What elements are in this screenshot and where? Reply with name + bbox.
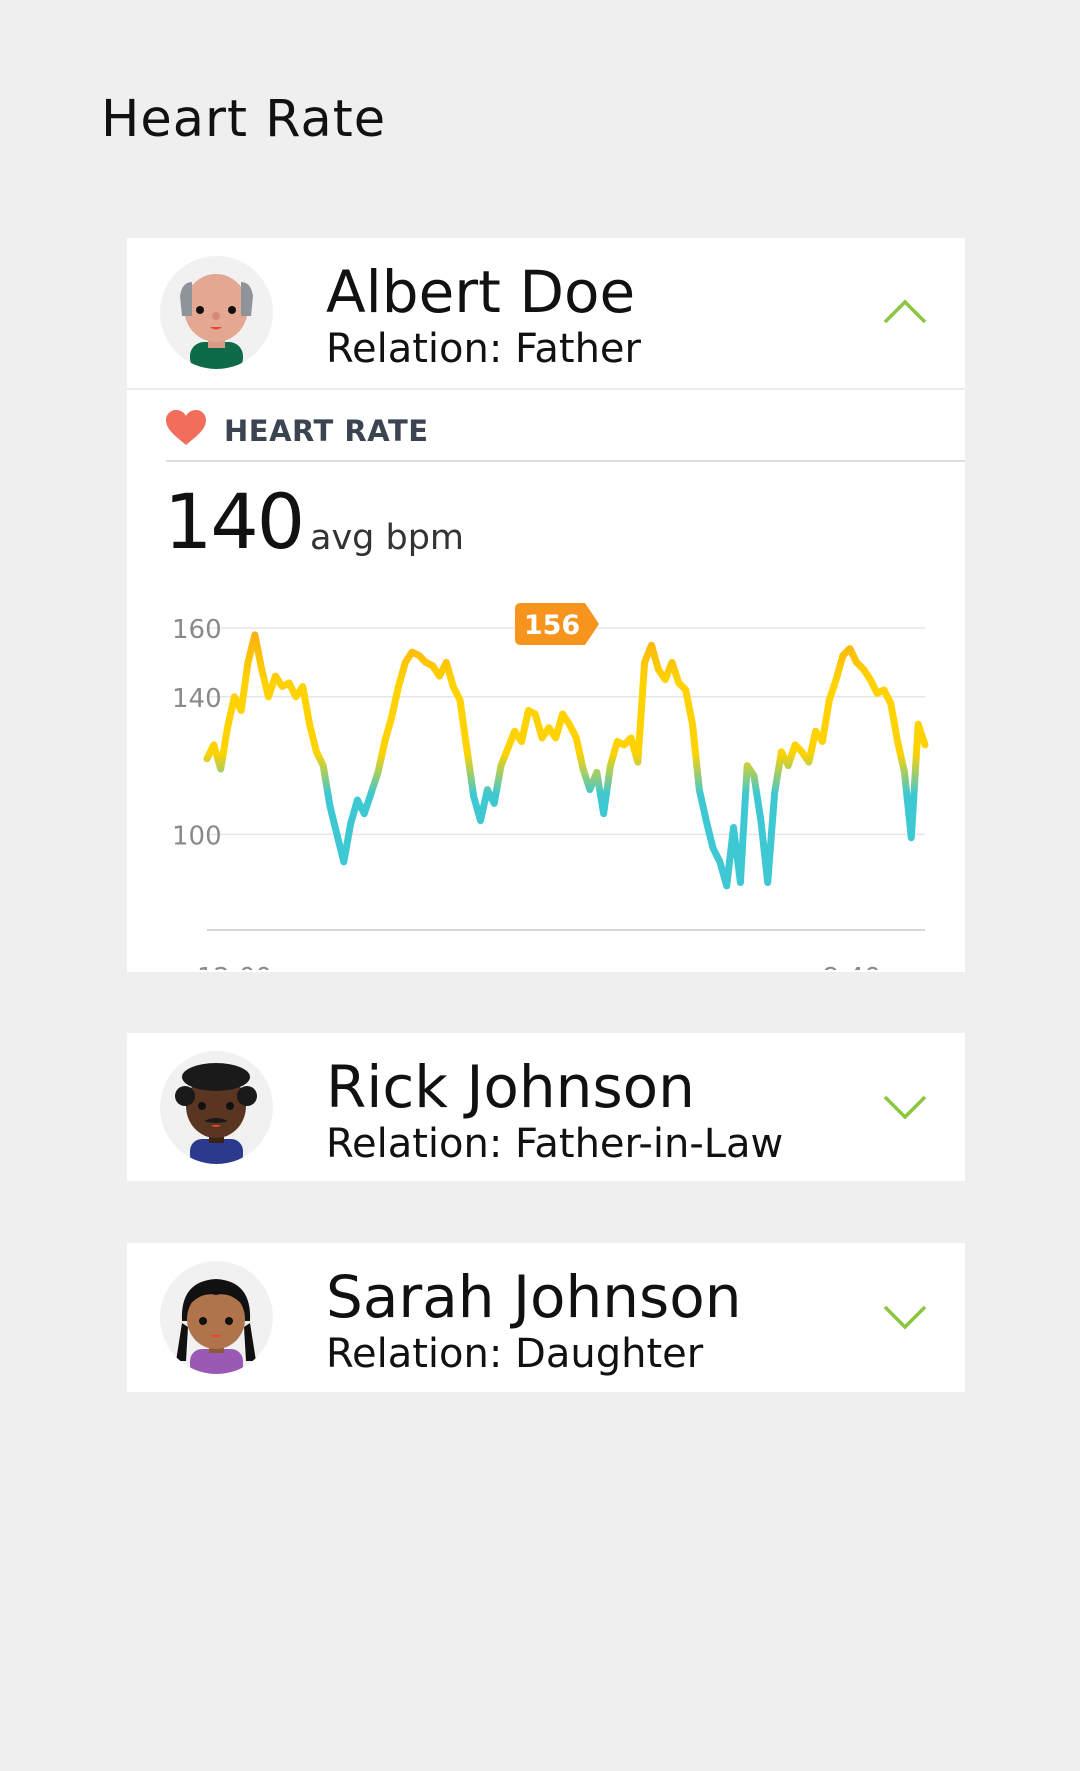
y-tick-label: 160 <box>172 615 222 645</box>
heart-rate-panel: HEART RATE 140 avg bpm 16014010012:00am8… <box>127 388 965 970</box>
avatar <box>160 256 273 369</box>
heart-rate-chart: 160 140 100 12:00am 8:40am 156 <box>172 603 929 970</box>
person-name: Rick Johnson <box>326 1053 695 1121</box>
y-tick-label: 140 <box>172 684 222 714</box>
person-relation: Relation: Father <box>326 326 641 372</box>
page-title: Heart Rate <box>101 90 387 149</box>
peak-badge-label: 156 <box>524 610 580 641</box>
x-tick-label: 12:00am <box>197 963 313 970</box>
chevron-down-icon[interactable] <box>881 1293 929 1341</box>
person-card-header[interactable]: Albert Doe Relation: Father <box>127 238 965 388</box>
avatar <box>160 1051 273 1164</box>
person-card-albert: Albert Doe Relation: Father HEART RATE 1… <box>127 238 965 972</box>
chevron-up-icon[interactable] <box>881 288 929 336</box>
person-card-header[interactable]: Sarah Johnson Relation: Daughter <box>127 1243 965 1393</box>
chevron-down-icon[interactable] <box>881 1083 929 1131</box>
person-card-sarah: Sarah Johnson Relation: Daughter <box>127 1243 965 1392</box>
heart-rate-series-line <box>203 631 929 890</box>
y-tick-label: 100 <box>172 821 222 851</box>
person-card-header[interactable]: Rick Johnson Relation: Father-in-Law <box>127 1033 965 1183</box>
avatar <box>160 1261 273 1374</box>
person-relation: Relation: Daughter <box>326 1331 704 1377</box>
person-card-rick: Rick Johnson Relation: Father-in-Law <box>127 1033 965 1181</box>
person-name: Sarah Johnson <box>326 1263 742 1331</box>
x-tick-label: 8:40am <box>822 963 922 970</box>
peak-badge: 156 <box>515 603 599 645</box>
person-name: Albert Doe <box>326 258 636 326</box>
person-relation: Relation: Father-in-Law <box>326 1121 784 1167</box>
